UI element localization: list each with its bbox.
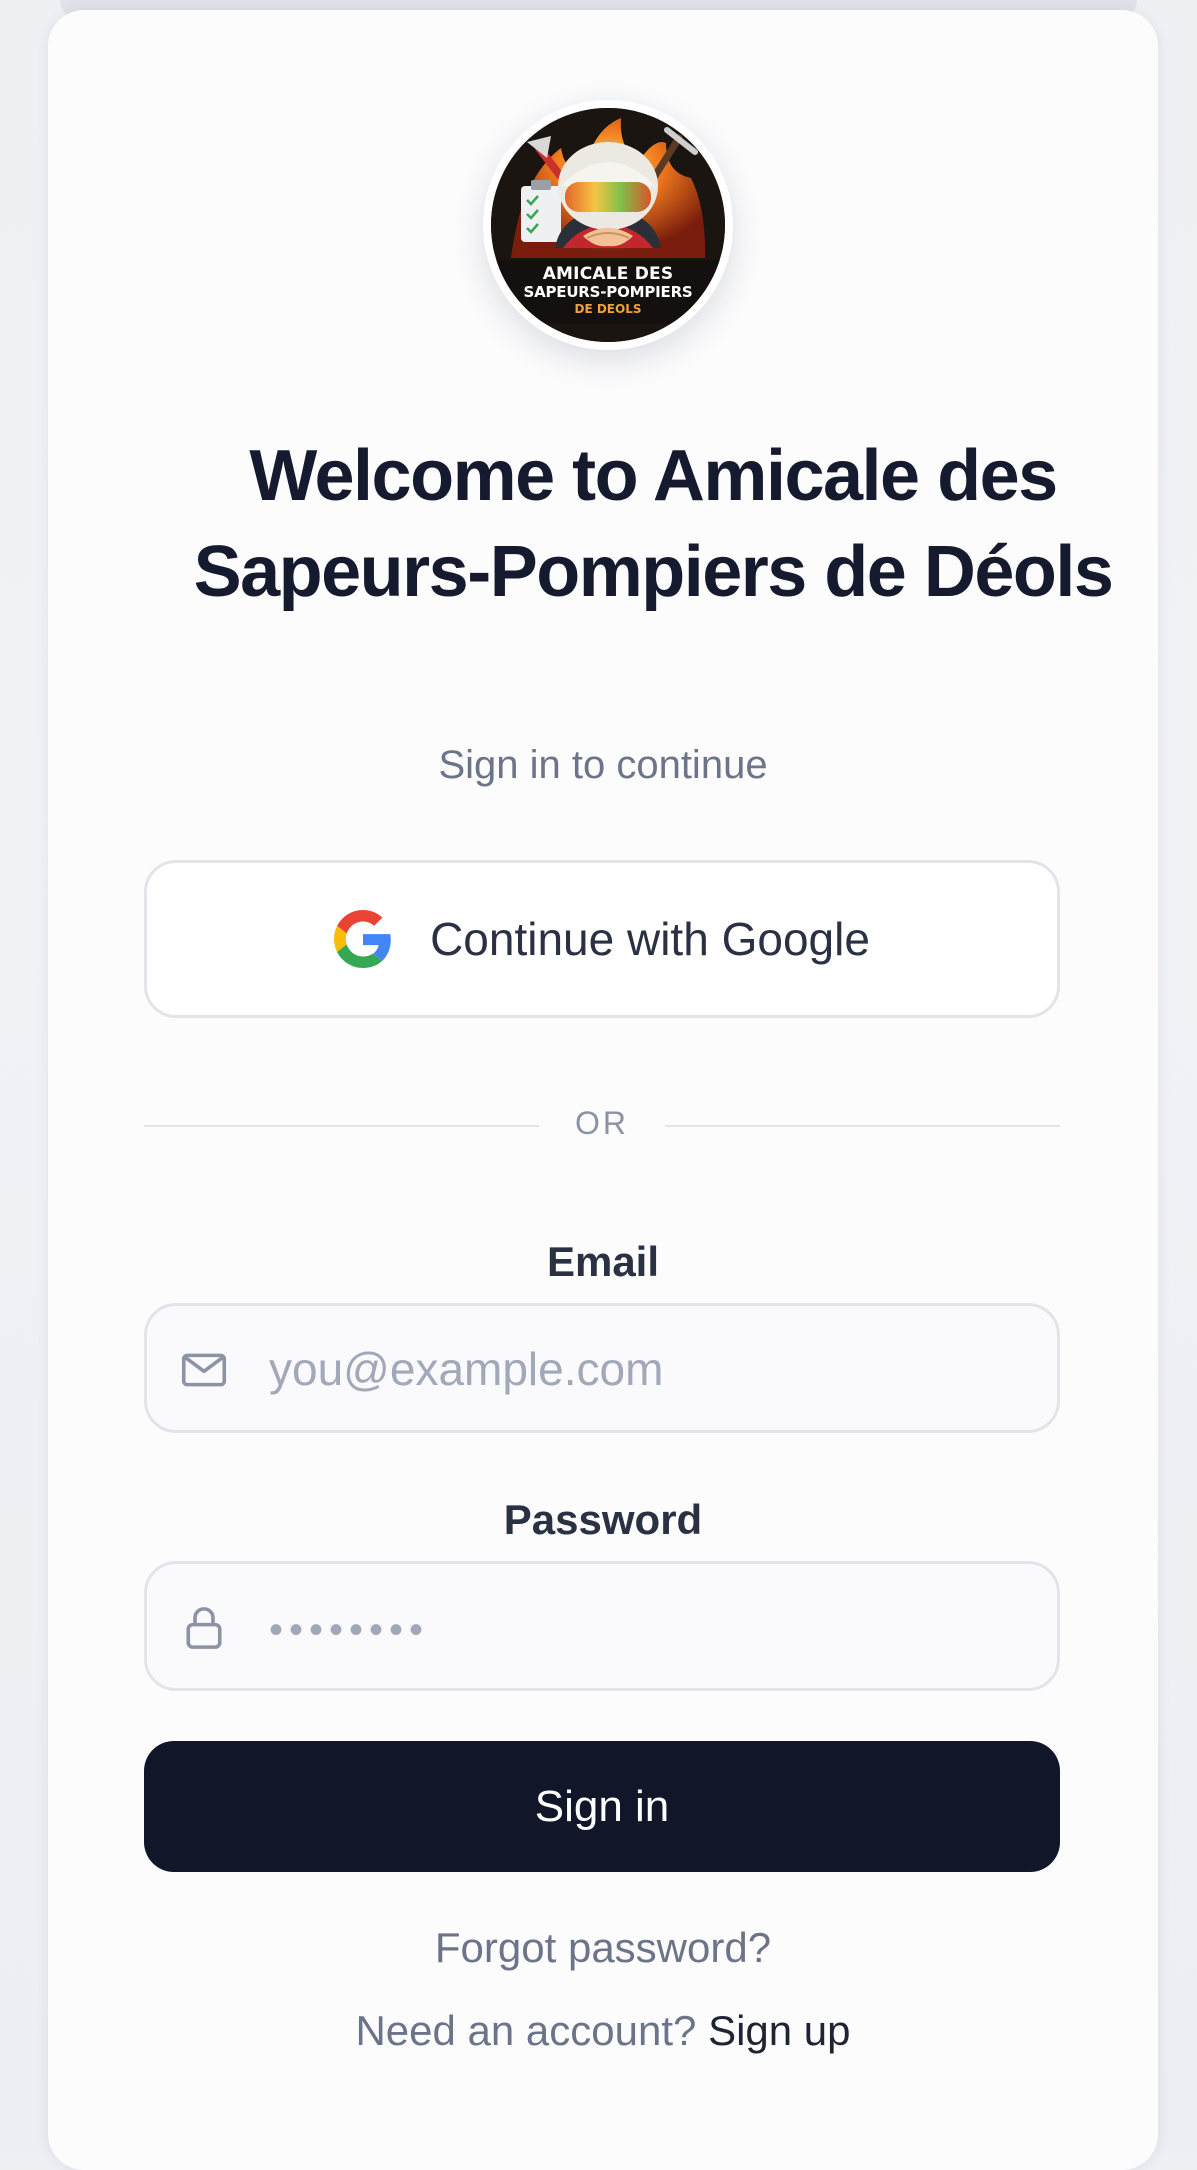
mail-icon [181,1353,227,1387]
signup-prompt: Need an account? Sign up [48,2007,1158,2055]
divider-line-right [665,1125,1060,1127]
email-field-container [144,1303,1060,1433]
google-icon [334,910,391,968]
need-account-text: Need an account? [355,2007,697,2054]
divider-text: OR [575,1105,629,1141]
password-field-container [144,1561,1060,1691]
logo-banner: AMICALE DES SAPEURS-POMPIERS DE DEOLS [491,260,725,324]
organization-logo: AMICALE DES SAPEURS-POMPIERS DE DEOLS [491,108,725,342]
logo-text-line-1: AMICALE DES [542,264,674,284]
page-title: Welcome to Amicale des Sapeurs-Pompiers … [193,436,1114,612]
email-input[interactable] [267,1316,1031,1422]
logo-text-line-2: SAPEURS-POMPIERS [523,283,693,301]
continue-with-google-button[interactable]: Continue with Google [144,860,1060,1018]
password-input[interactable] [267,1574,1031,1680]
sign-up-link[interactable]: Sign up [708,2007,850,2054]
email-label: Email [546,1238,660,1285]
sign-in-button[interactable]: Sign in [144,1741,1060,1872]
logo-badge: AMICALE DES SAPEURS-POMPIERS DE DEOLS [483,100,733,350]
logo-text-line-3: DE DEOLS [574,302,642,316]
page-subtitle: Sign in to continue [438,743,768,787]
or-divider: OR [144,1105,1060,1145]
forgot-password-link[interactable]: Forgot password? [48,1924,1158,1972]
google-button-label: Continue with Google [430,913,870,965]
sign-in-card: AMICALE DES SAPEURS-POMPIERS DE DEOLS We… [48,10,1158,2170]
password-label: Password [503,1496,703,1543]
lock-icon [186,1607,222,1649]
